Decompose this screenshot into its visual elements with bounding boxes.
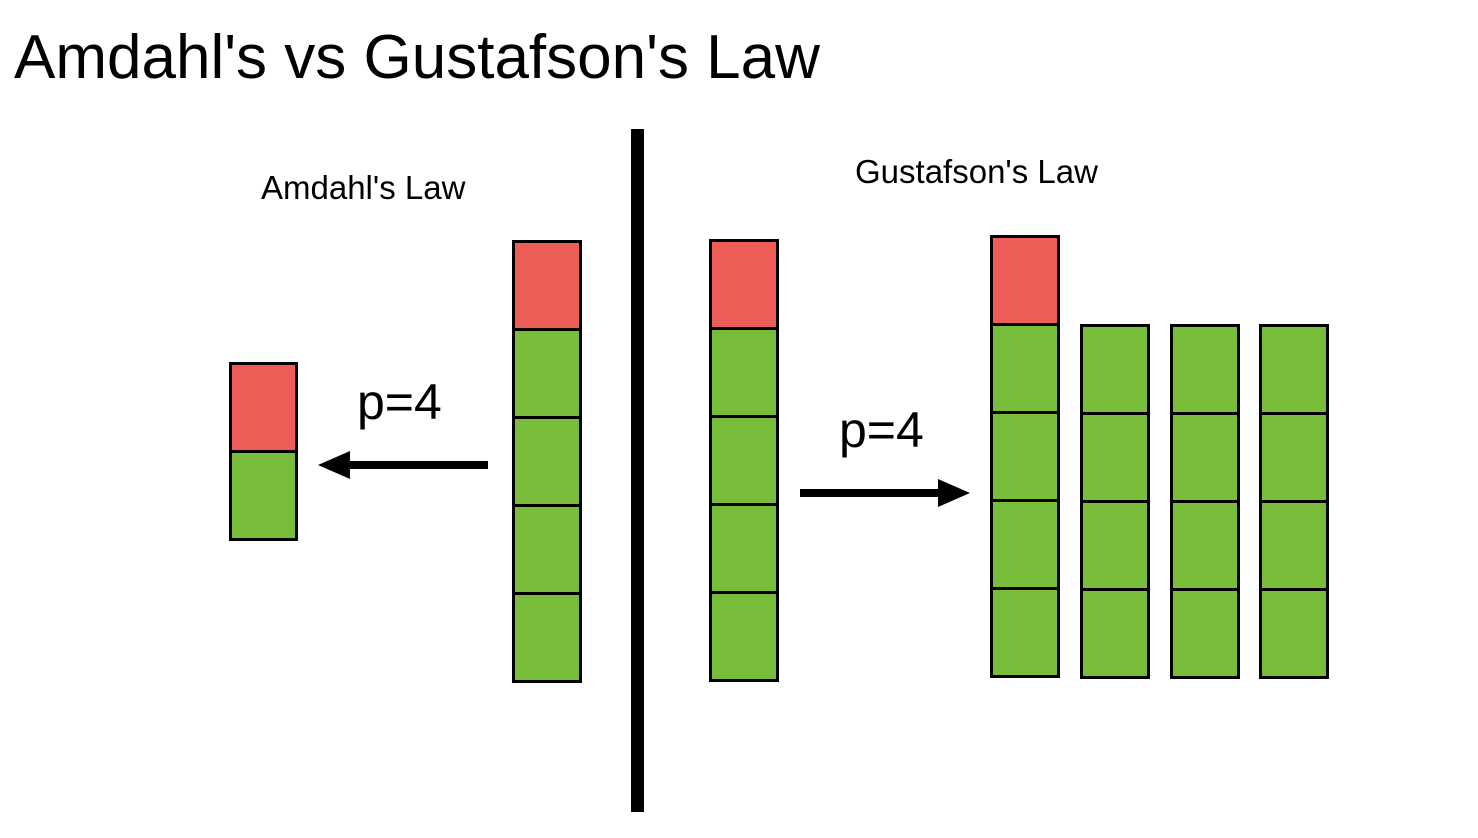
gustafson-arrow-right-icon (800, 479, 970, 507)
parallel-block (512, 328, 582, 419)
parallel-block (1170, 412, 1240, 503)
amdahl-label: Amdahl's Law (261, 169, 466, 206)
slide-title: Amdahl's vs Gustafson's Law (14, 23, 820, 92)
section-divider (631, 129, 644, 812)
serial-block (512, 240, 582, 331)
parallel-block (1259, 588, 1329, 679)
gustafson-original-stack (709, 239, 779, 682)
serial-block (990, 235, 1060, 326)
parallel-block (990, 323, 1060, 414)
gustafson-result-stack-1 (990, 235, 1060, 678)
amdahl-original-stack (512, 240, 582, 683)
parallel-block (512, 504, 582, 595)
gustafson-p-label: p=4 (839, 402, 924, 458)
parallel-block (990, 411, 1060, 502)
parallel-block (512, 592, 582, 683)
parallel-block (1080, 588, 1150, 679)
parallel-block (990, 587, 1060, 678)
parallel-block (709, 327, 779, 418)
parallel-block (990, 499, 1060, 590)
parallel-block (709, 591, 779, 682)
parallel-block (1170, 324, 1240, 415)
parallel-block (1170, 500, 1240, 591)
gustafson-result-stack-3 (1170, 324, 1240, 679)
amdahl-arrow-left-icon (318, 451, 488, 479)
gustafson-result-stack-4 (1259, 324, 1329, 679)
gustafson-result-stack-2 (1080, 324, 1150, 679)
parallel-block (709, 503, 779, 594)
parallel-block (1080, 412, 1150, 503)
amdahl-result-stack (229, 362, 298, 541)
parallel-block (1170, 588, 1240, 679)
parallel-block (1080, 500, 1150, 591)
serial-block (229, 362, 298, 453)
parallel-block (1259, 500, 1329, 591)
serial-block (709, 239, 779, 330)
parallel-block (1259, 324, 1329, 415)
gustafson-label: Gustafson's Law (855, 153, 1098, 190)
parallel-block (1259, 412, 1329, 503)
parallel-block (1080, 324, 1150, 415)
amdahl-p-label: p=4 (357, 374, 442, 430)
parallel-block (229, 450, 298, 541)
parallel-block (709, 415, 779, 506)
parallel-block (512, 416, 582, 507)
